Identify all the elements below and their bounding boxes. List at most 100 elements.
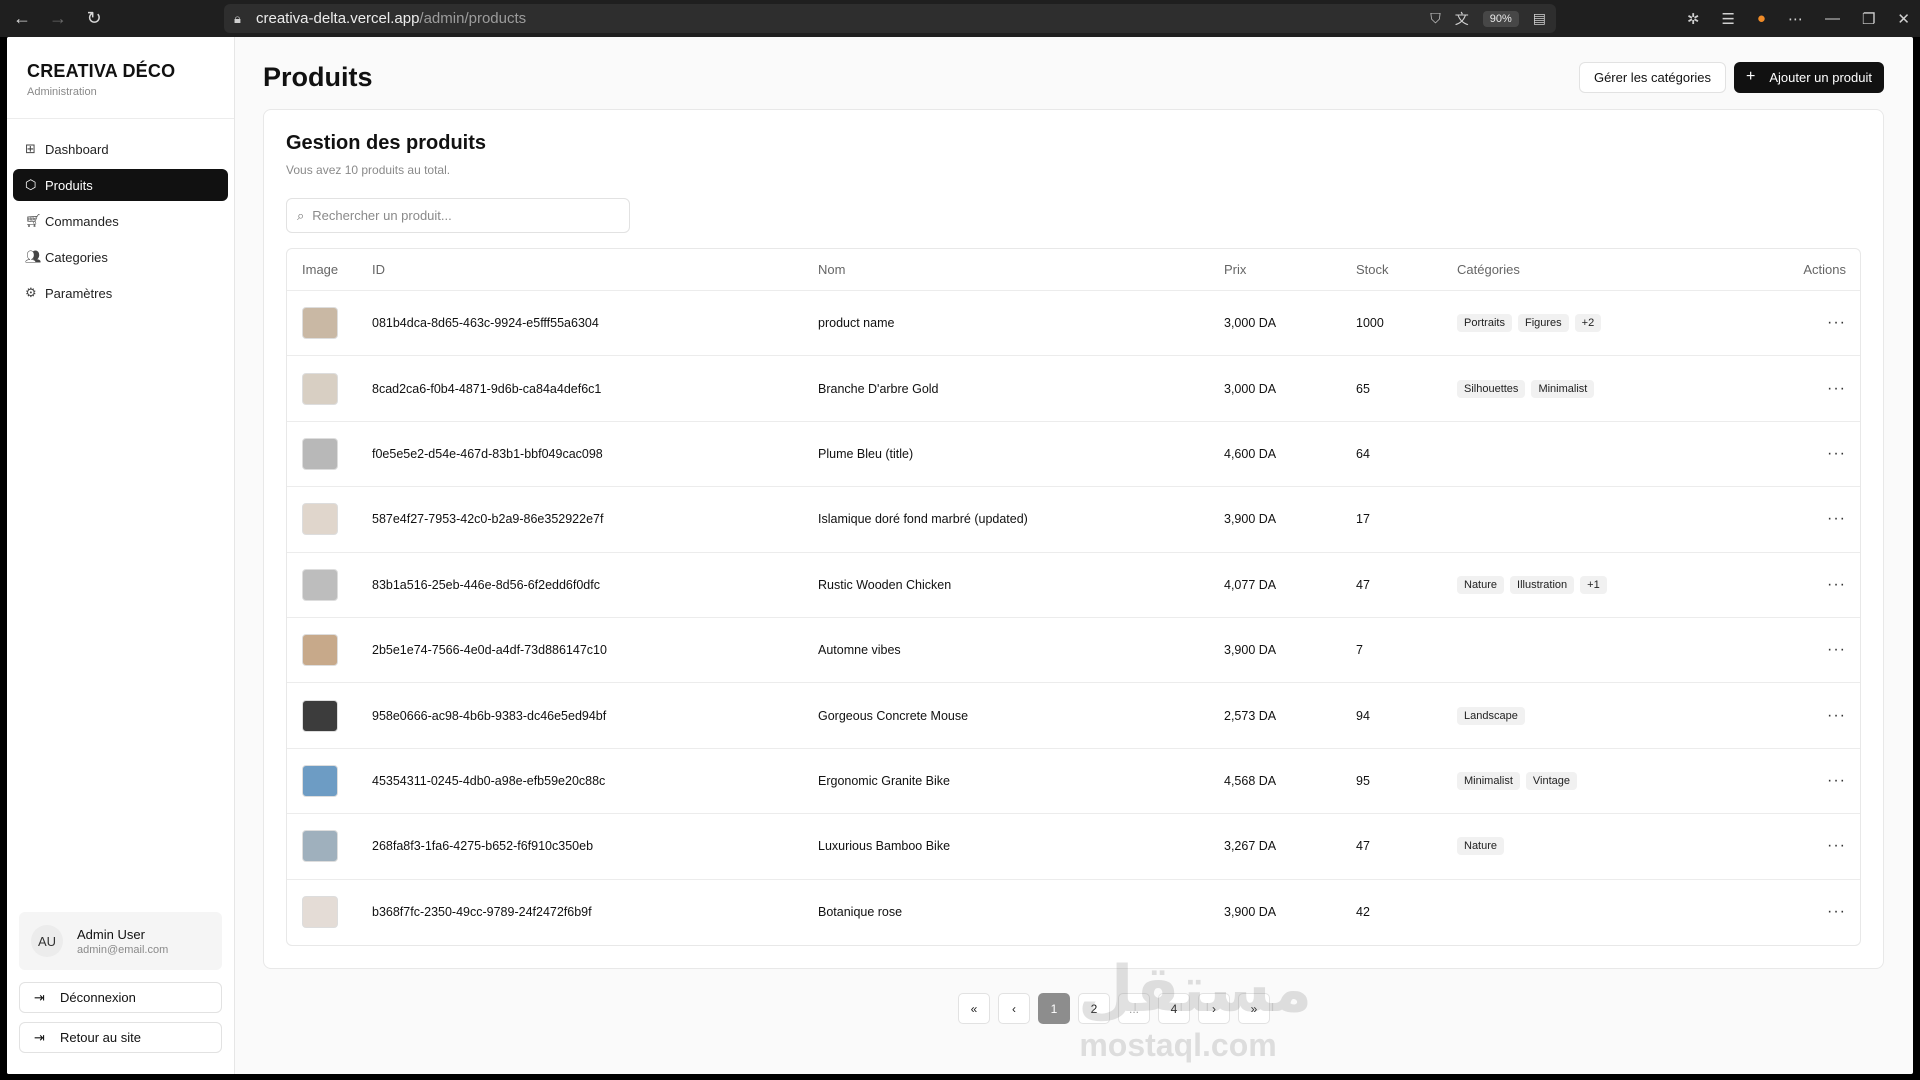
logout-label: Déconnexion [60,990,136,1005]
product-price: 3,900 DA [1224,643,1277,658]
product-thumbnail [302,830,338,863]
table-row[interactable]: 081b4dca-8d65-463c-9924-e5fff55a6304 prod… [287,291,1860,357]
extensions-icon[interactable]: ✲ [1687,10,1700,28]
column-header-actions: Actions [1803,262,1846,277]
more-actions-icon[interactable]: ··· [1827,772,1846,789]
first-page-button[interactable]: « [958,993,990,1024]
table-row[interactable]: 8cad2ca6-f0b4-4871-9d6b-ca84a4def6c1 Bran… [287,356,1860,422]
back-to-site-button[interactable]: ⇥ Retour au site [19,1022,222,1053]
product-stock: 1000 [1356,316,1384,331]
product-id: b368f7fc-2350-49cc-9789-24f2472f6b9f [372,905,592,920]
table-row[interactable]: 587e4f27-7953-42c0-b2a9-86e352922e7f Isla… [287,487,1860,553]
manage-categories-button[interactable]: Gérer les catégories [1578,61,1727,93]
admin-app: CREATIVA DÉCO Administration ⊞ Dashboard… [7,37,1913,1074]
reload-icon[interactable]: ↻ [80,5,108,33]
category-badge: +1 [1580,575,1607,594]
product-name: Ergonomic Granite Bike [818,773,951,788]
more-actions-icon[interactable]: ··· [1827,707,1846,724]
sidebar-item-produits[interactable]: ⬡ Produits [13,169,228,201]
zoom-level[interactable]: 90% [1482,10,1519,27]
last-page-button[interactable]: » [1238,993,1270,1024]
user-extension-icon[interactable]: ● [1757,10,1766,27]
column-header-prix: Prix [1224,262,1247,277]
more-actions-icon[interactable]: ··· [1827,903,1846,920]
page-ellipsis: ... [1118,993,1150,1024]
row-actions: ··· [1780,772,1860,790]
product-image-cell [287,896,358,929]
category-badge: Nature [1457,837,1505,856]
product-id: 45354311-0245-4db0-a98e-efb59e20c88c [372,773,606,788]
more-actions-icon[interactable]: ··· [1827,380,1846,397]
card-description: Vous avez 10 produits au total. [286,163,451,177]
product-categories: Nature [1443,837,1780,856]
product-price: 3,900 DA [1224,905,1277,920]
prev-page-button[interactable]: ‹ [998,993,1030,1024]
product-id: 8cad2ca6-f0b4-4871-9d6b-ca84a4def6c1 [372,381,602,396]
page-button-1[interactable]: 1 [1038,993,1070,1024]
sidebar-item-commandes[interactable]: 🛒︎ Commandes [13,205,228,237]
table-row[interactable]: 2b5e1e74-7566-4e0d-a4df-73d886147c10 Auto… [287,618,1860,684]
table-row[interactable]: 958e0666-ac98-4b6b-9383-dc46e5ed94bf Gorg… [287,683,1860,749]
search-input[interactable] [312,208,619,223]
table-row[interactable]: 45354311-0245-4db0-a98e-efb59e20c88c Ergo… [287,749,1860,815]
more-actions-icon[interactable]: ··· [1827,837,1846,854]
more-actions-icon[interactable]: ··· [1827,576,1846,593]
lock-icon: 🔒︎ [234,10,241,26]
sidebar-item-dashboard[interactable]: ⊞ Dashboard [13,133,228,165]
restore-icon[interactable]: ❐ [1862,10,1875,28]
sidebar-item-label: Categories [45,249,108,265]
translate-icon[interactable]: 文 [1455,9,1469,29]
extension-icon[interactable]: ☰ [1721,10,1734,28]
reader-view-icon[interactable]: ▤ [1533,10,1546,27]
category-badge: Landscape [1457,706,1525,725]
next-page-button[interactable]: › [1198,993,1230,1024]
shield-icon[interactable]: ⛉ [1430,10,1441,27]
table-row[interactable]: 268fa8f3-1fa6-4275-b652-f6f910c350eb Luxu… [287,814,1860,880]
product-stock: 42 [1356,905,1370,920]
products-card: Gestion des produits Vous avez 10 produi… [263,109,1884,969]
row-actions: ··· [1780,445,1860,463]
product-name: Gorgeous Concrete Mouse [818,708,969,723]
close-window-icon[interactable]: ✕ [1897,10,1910,28]
users-icon: 👥︎ [25,249,42,264]
product-categories: Landscape [1443,706,1780,725]
forward-arrow-icon[interactable]: → [44,5,72,33]
product-categories: Nature Illustration +1 [1443,575,1780,594]
browser-toolbar: ← → ↻ 🔒︎ creativa-delta.vercel.app/admin… [0,0,1920,37]
table-row[interactable]: f0e5e5e2-d54e-467d-83b1-bbf049cac098 Plum… [287,422,1860,488]
more-actions-icon[interactable]: ··· [1827,641,1846,658]
overflow-menu-icon[interactable]: ⋯ [1788,10,1803,28]
product-thumbnail [302,896,338,929]
product-thumbnail [302,372,338,405]
page-button-2[interactable]: 2 [1078,993,1110,1024]
user-card: AU Admin User admin@email.com [19,912,222,970]
grid-icon: ⊞ [25,141,36,156]
more-actions-icon[interactable]: ··· [1827,314,1846,331]
product-stock: 7 [1356,643,1363,658]
sidebar-item-parametres[interactable]: ⚙︎ Paramètres [13,277,228,309]
more-actions-icon[interactable]: ··· [1827,445,1846,462]
minimize-icon[interactable]: — [1825,10,1840,27]
back-arrow-icon[interactable]: ← [8,5,36,33]
row-actions: ··· [1780,641,1860,659]
product-categories: Portraits Figures +2 [1443,314,1780,333]
sidebar-item-categories[interactable]: 👥︎ Categories [13,241,228,273]
pagination: « ‹ 1 2 ... 4 › » [235,993,1913,1024]
cart-icon: 🛒︎ [25,213,42,228]
product-image-cell [287,764,358,797]
address-bar[interactable]: 🔒︎ creativa-delta.vercel.app/admin/produ… [224,4,1556,33]
add-product-button[interactable]: + Ajouter un produit [1734,61,1884,93]
sidebar: CREATIVA DÉCO Administration ⊞ Dashboard… [7,37,235,1074]
logout-icon: ⇥ [34,989,45,1005]
page-button-4[interactable]: 4 [1158,993,1190,1024]
column-header-image: Image [302,262,339,277]
logout-button[interactable]: ⇥ Déconnexion [19,982,222,1013]
product-id: 2b5e1e74-7566-4e0d-a4df-73d886147c10 [372,643,607,658]
table-row[interactable]: 83b1a516-25eb-446e-8d56-6f2edd6f0dfc Rust… [287,553,1860,618]
product-price: 3,000 DA [1224,316,1277,331]
table-row[interactable]: b368f7fc-2350-49cc-9789-24f2472f6b9f Bota… [287,880,1860,945]
user-name: Admin User [77,926,145,942]
product-stock: 47 [1356,577,1370,592]
more-actions-icon[interactable]: ··· [1827,510,1846,527]
product-image-cell [287,503,358,536]
